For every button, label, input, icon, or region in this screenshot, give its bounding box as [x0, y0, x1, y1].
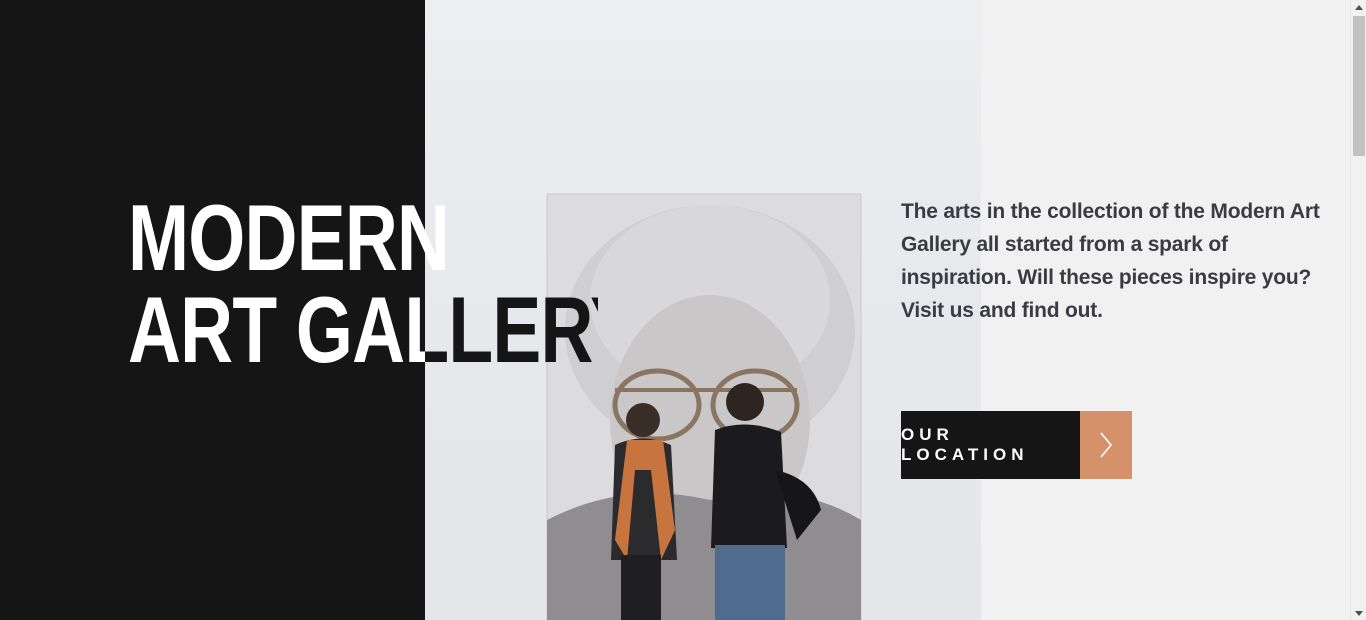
arrow-down-icon[interactable] — [1351, 606, 1366, 620]
hero-section: MODERN ART GALLERY ART GALLERY The arts … — [0, 0, 1350, 620]
headline-line-2: ART GALLERY ART GALLERY — [128, 284, 598, 376]
cta-label: OUR LOCATION — [901, 411, 1080, 479]
scroll-thumb[interactable] — [1353, 16, 1365, 156]
headline-line-1: MODERN — [128, 192, 448, 284]
our-location-button[interactable]: OUR LOCATION — [901, 411, 1132, 479]
page-title: MODERN ART GALLERY ART GALLERY — [128, 192, 598, 382]
headline-line-1-text: MODERN — [128, 192, 448, 284]
chevron-right-icon — [1080, 411, 1132, 479]
arrow-up-icon[interactable] — [1351, 0, 1366, 14]
headline-line-2-overlay: ART GALLERY — [128, 284, 425, 376]
page-scrollbar[interactable] — [1350, 0, 1366, 620]
intro-paragraph: The arts in the collection of the Modern… — [901, 200, 1320, 322]
